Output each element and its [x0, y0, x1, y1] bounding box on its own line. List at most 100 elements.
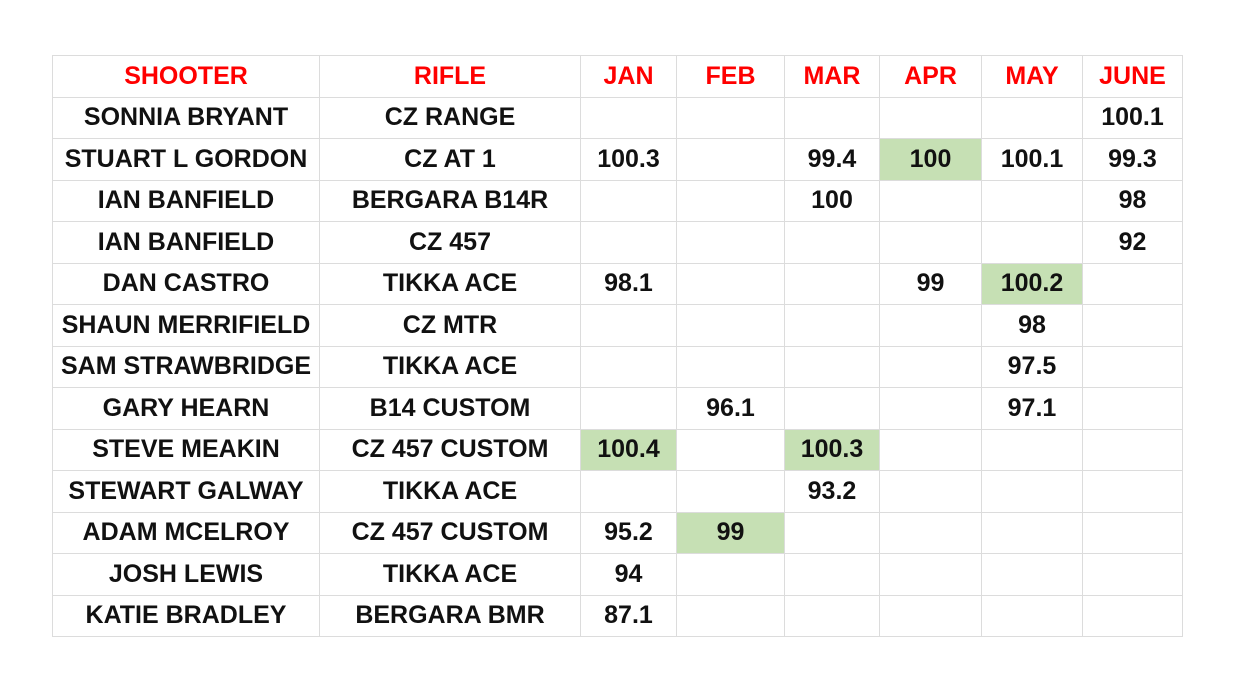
score-cell-jan [580, 345, 677, 388]
score-cell-jan [580, 96, 677, 139]
table-row: DAN CASTRO TIKKA ACE 98.1 99 100.2 [52, 262, 1183, 305]
rifle-cell: CZ AT 1 [319, 138, 581, 181]
score-cell-may [981, 428, 1083, 471]
header-apr: APR [879, 55, 982, 98]
score-cell-apr [879, 179, 982, 222]
score-cell-mar [784, 262, 880, 305]
score-cell-june [1082, 387, 1183, 430]
score-cell-feb [676, 262, 785, 305]
shooter-cell: IAN BANFIELD [52, 179, 320, 222]
score-cell-jan [580, 387, 677, 430]
shooter-cell: STUART L GORDON [52, 138, 320, 181]
score-cell-may [981, 96, 1083, 139]
score-cell-apr [879, 428, 982, 471]
score-cell-jan: 100.3 [580, 138, 677, 181]
table-row: STEVE MEAKIN CZ 457 CUSTOM 100.4 100.3 [52, 428, 1183, 471]
score-cell-mar [784, 96, 880, 139]
table-row: GARY HEARN B14 CUSTOM 96.1 97.1 [52, 387, 1183, 430]
score-cell-june [1082, 553, 1183, 596]
shooter-cell: SAM STRAWBRIDGE [52, 345, 320, 388]
score-cell-apr [879, 345, 982, 388]
header-mar: MAR [784, 55, 880, 98]
score-cell-may: 100.1 [981, 138, 1083, 181]
score-cell-apr [879, 96, 982, 139]
header-may: MAY [981, 55, 1083, 98]
score-cell-june [1082, 511, 1183, 554]
score-cell-june: 99.3 [1082, 138, 1183, 181]
score-cell-feb [676, 96, 785, 139]
header-feb: FEB [676, 55, 785, 98]
table-row: SHAUN MERRIFIELD CZ MTR 98 [52, 304, 1183, 347]
table-row: KATIE BRADLEY BERGARA BMR 87.1 [52, 594, 1183, 637]
score-cell-mar: 99.4 [784, 138, 880, 181]
score-cell-may: 97.5 [981, 345, 1083, 388]
score-cell-jan: 95.2 [580, 511, 677, 554]
table-row: ADAM MCELROY CZ 457 CUSTOM 95.2 99 [52, 511, 1183, 554]
score-cell-feb [676, 594, 785, 637]
shooter-cell: DAN CASTRO [52, 262, 320, 305]
score-cell-may [981, 553, 1083, 596]
score-cell-jan: 94 [580, 553, 677, 596]
score-cell-apr [879, 470, 982, 513]
score-cell-june [1082, 262, 1183, 305]
score-cell-may [981, 179, 1083, 222]
header-shooter: SHOOTER [52, 55, 320, 98]
score-cell-jan: 100.4 [580, 428, 677, 471]
score-cell-jan [580, 470, 677, 513]
score-cell-feb: 99 [676, 511, 785, 554]
shooter-cell: SHAUN MERRIFIELD [52, 304, 320, 347]
score-table: SHOOTER RIFLE JAN FEB MAR APR MAY JUNE S… [52, 55, 1183, 637]
score-cell-jan [580, 221, 677, 264]
rifle-cell: CZ 457 CUSTOM [319, 511, 581, 554]
table-row: STEWART GALWAY TIKKA ACE 93.2 [52, 470, 1183, 513]
table-row: JOSH LEWIS TIKKA ACE 94 [52, 553, 1183, 596]
table-row: IAN BANFIELD BERGARA B14R 100 98 [52, 179, 1183, 222]
score-cell-may: 100.2 [981, 262, 1083, 305]
rifle-cell: TIKKA ACE [319, 345, 581, 388]
rifle-cell: CZ 457 [319, 221, 581, 264]
score-cell-apr: 100 [879, 138, 982, 181]
score-cell-feb [676, 138, 785, 181]
score-cell-may: 98 [981, 304, 1083, 347]
table-row: SAM STRAWBRIDGE TIKKA ACE 97.5 [52, 345, 1183, 388]
score-cell-mar [784, 345, 880, 388]
rifle-cell: TIKKA ACE [319, 553, 581, 596]
header-jan: JAN [580, 55, 677, 98]
score-cell-may [981, 470, 1083, 513]
score-cell-jan [580, 304, 677, 347]
score-cell-mar [784, 511, 880, 554]
score-cell-jan: 98.1 [580, 262, 677, 305]
score-cell-mar: 100 [784, 179, 880, 222]
score-cell-may [981, 511, 1083, 554]
score-cell-may: 97.1 [981, 387, 1083, 430]
score-cell-june: 92 [1082, 221, 1183, 264]
score-cell-feb: 96.1 [676, 387, 785, 430]
shooter-cell: STEWART GALWAY [52, 470, 320, 513]
score-cell-feb [676, 221, 785, 264]
header-june: JUNE [1082, 55, 1183, 98]
rifle-cell: CZ MTR [319, 304, 581, 347]
shooter-cell: KATIE BRADLEY [52, 594, 320, 637]
score-cell-mar [784, 221, 880, 264]
score-cell-mar: 93.2 [784, 470, 880, 513]
rifle-cell: BERGARA BMR [319, 594, 581, 637]
score-cell-mar [784, 553, 880, 596]
table-row: SONNIA BRYANT CZ RANGE 100.1 [52, 96, 1183, 139]
score-cell-feb [676, 553, 785, 596]
score-table-body: SONNIA BRYANT CZ RANGE 100.1 STUART L GORDO… [52, 96, 1183, 637]
table-row: IAN BANFIELD CZ 457 92 [52, 221, 1183, 264]
shooter-cell: STEVE MEAKIN [52, 428, 320, 471]
rifle-cell: CZ 457 CUSTOM [319, 428, 581, 471]
score-cell-apr [879, 304, 982, 347]
score-cell-apr: 99 [879, 262, 982, 305]
score-cell-feb [676, 470, 785, 513]
rifle-cell: TIKKA ACE [319, 262, 581, 305]
shooter-cell: SONNIA BRYANT [52, 96, 320, 139]
table-row: STUART L GORDON CZ AT 1 100.3 99.4 100 100.1 9… [52, 138, 1183, 181]
rifle-cell: BERGARA B14R [319, 179, 581, 222]
rifle-cell: TIKKA ACE [319, 470, 581, 513]
score-cell-apr [879, 511, 982, 554]
score-cell-apr [879, 387, 982, 430]
shooter-cell: IAN BANFIELD [52, 221, 320, 264]
shooter-cell: JOSH LEWIS [52, 553, 320, 596]
